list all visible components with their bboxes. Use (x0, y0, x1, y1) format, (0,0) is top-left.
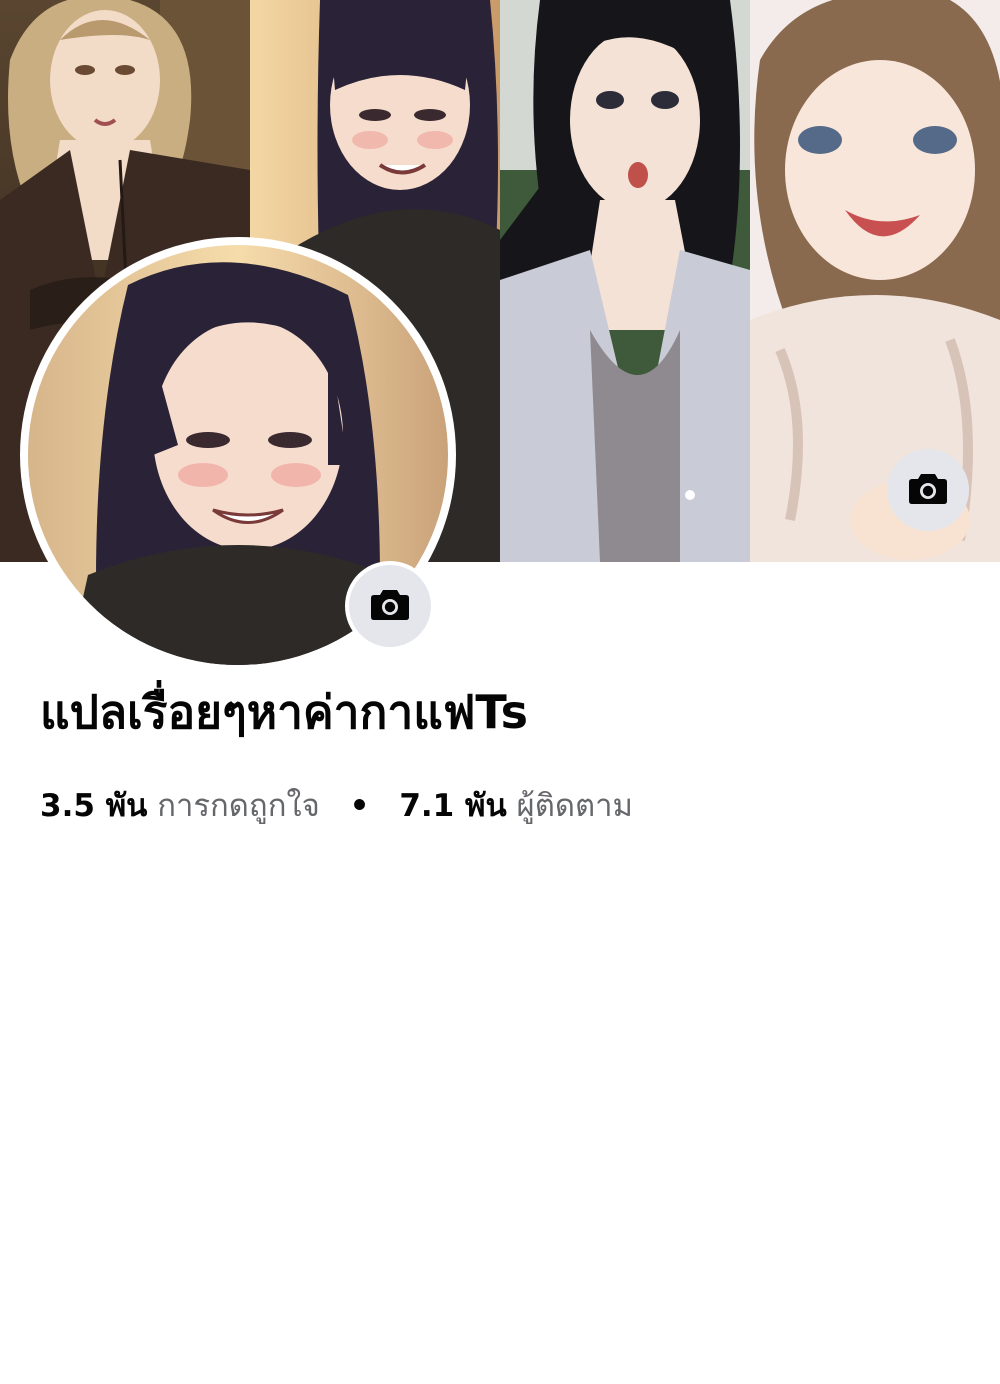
camera-icon (370, 587, 410, 625)
likes-label[interactable]: การกดถูกใจ (157, 788, 320, 824)
page-title: แปลเรื่อยๆหาค่ากาแฟTs (40, 685, 529, 739)
followers-label[interactable]: ผู้ติดตาม (517, 788, 633, 824)
followers-count[interactable]: 7.1 พัน (399, 788, 506, 824)
edit-profile-picture-button[interactable] (349, 565, 431, 647)
likes-count[interactable]: 3.5 พัน (40, 788, 147, 824)
camera-icon (908, 471, 948, 509)
page-stats: 3.5 พัน การกดถูกใจ • 7.1 พัน ผู้ติดตาม (40, 784, 633, 828)
stats-separator: • (349, 788, 370, 824)
cover-panel-3 (500, 0, 750, 562)
edit-cover-button[interactable] (887, 449, 969, 531)
